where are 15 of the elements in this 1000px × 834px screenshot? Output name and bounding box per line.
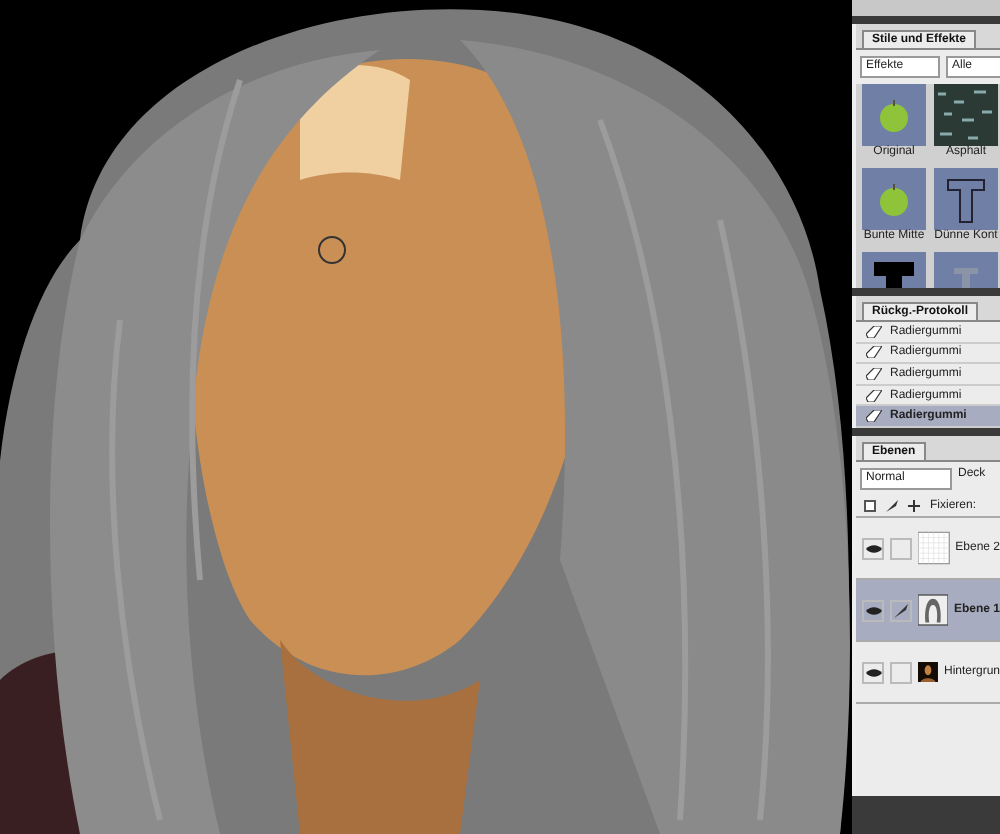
style-thumbnail[interactable] — [862, 84, 926, 146]
eye-icon[interactable] — [865, 605, 881, 615]
brush-icon — [894, 603, 908, 617]
eye-icon[interactable] — [865, 667, 881, 677]
move-icon[interactable] — [908, 500, 920, 512]
style-thumbnail[interactable] — [934, 168, 998, 230]
visibility-toggle[interactable] — [862, 661, 884, 683]
visibility-toggle[interactable] — [862, 599, 884, 621]
brush-cursor-icon — [318, 236, 346, 264]
brush-icon[interactable] — [886, 500, 898, 512]
style-thumbnail[interactable] — [862, 168, 926, 230]
visibility-toggle[interactable] — [862, 537, 884, 559]
lock-transparency-icon[interactable] — [864, 500, 876, 512]
eye-icon[interactable] — [865, 543, 881, 553]
style-thumbnail[interactable] — [934, 84, 998, 146]
